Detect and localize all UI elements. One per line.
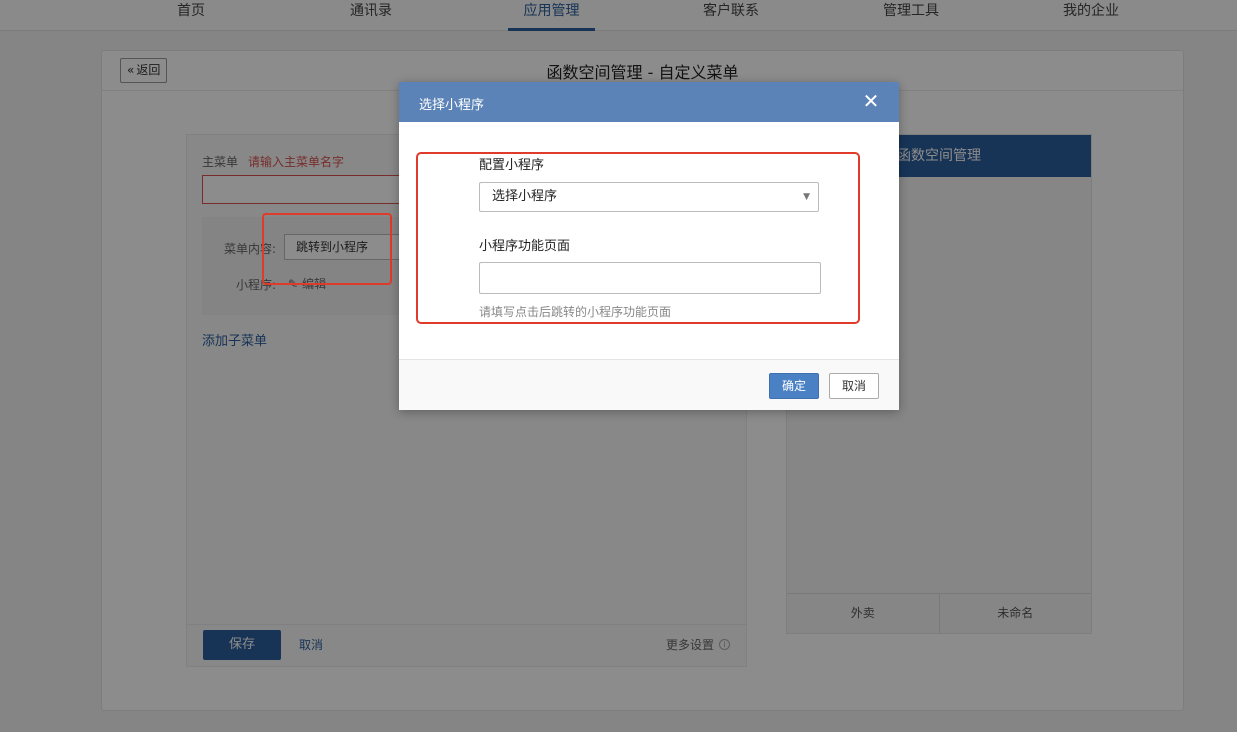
annotation-highlight-box-dialog (416, 152, 860, 324)
annotation-highlight-box (262, 213, 392, 285)
dialog-title: 选择小程序 (419, 98, 485, 113)
dialog-header: 选择小程序 ✕ (399, 82, 899, 122)
cancel-button[interactable]: 取消 (829, 373, 879, 399)
confirm-button[interactable]: 确定 (769, 373, 819, 399)
close-icon[interactable]: ✕ (861, 91, 881, 111)
select-mini-program-dialog: 选择小程序 ✕ 配置小程序 选择小程序 ▼ 小程序功能页面 请填写点击后跳转的小… (399, 82, 899, 410)
dialog-footer: 确定 取消 (399, 359, 899, 410)
